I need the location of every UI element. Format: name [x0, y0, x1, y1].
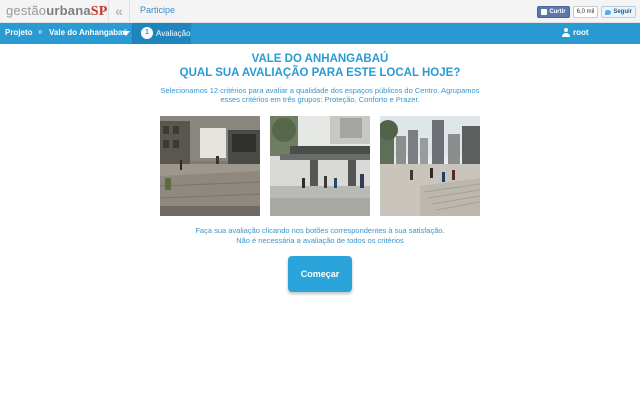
- double-chevron-left-icon[interactable]: «: [108, 0, 130, 23]
- facebook-like-button[interactable]: Curtir: [537, 6, 570, 18]
- user-icon: [562, 28, 570, 37]
- step-indicator[interactable]: 1 Avaliação: [133, 23, 191, 44]
- step-label: Avaliação: [156, 29, 191, 38]
- location-photo-3: [380, 116, 480, 216]
- social-buttons: Curtir 6,0 mil Seguir: [537, 6, 636, 18]
- breadcrumb-separator: »: [38, 27, 43, 36]
- breadcrumb-projeto[interactable]: Projeto: [5, 28, 33, 37]
- logo-text-urbana: urbana: [46, 3, 91, 18]
- top-header: gestãourbanaSP « Participe Curtir 6,0 mi…: [0, 0, 640, 23]
- start-button[interactable]: Começar: [288, 256, 352, 292]
- logo-text-sp: SP: [90, 4, 108, 19]
- page-question: QUAL SUA AVALIAÇÃO PARA ESTE LOCAL HOJE?: [179, 67, 461, 79]
- caret-down-icon[interactable]: [122, 31, 130, 36]
- photo-gallery: [160, 116, 480, 216]
- page-title: VALE DO ANHANGABAÚ: [251, 53, 389, 65]
- navigation-bar: Projeto » Vale do Anhangabaú 1 Avaliação…: [0, 23, 640, 44]
- breadcrumb-location[interactable]: Vale do Anhangabaú: [49, 28, 127, 37]
- step-number-badge: 1: [141, 27, 153, 39]
- instruction-line-1: Faça sua avaliação clicando nos botões c…: [195, 226, 445, 235]
- site-logo[interactable]: gestãourbanaSP: [6, 3, 108, 20]
- twitter-bird-icon: [605, 9, 612, 15]
- facebook-like-label: Curtir: [549, 9, 566, 15]
- intro-text: Selecionamos 12 critérios para avaliar a…: [160, 86, 480, 104]
- twitter-follow-button[interactable]: Seguir: [601, 6, 636, 18]
- twitter-follow-label: Seguir: [613, 9, 632, 15]
- instruction-line-2: Não é necessária a avaliação de todos os…: [236, 236, 404, 245]
- user-menu[interactable]: root: [562, 28, 589, 37]
- location-photo-2: [270, 116, 370, 216]
- participe-link[interactable]: Participe: [140, 5, 175, 15]
- logo-text-gestao: gestão: [6, 3, 47, 18]
- facebook-thumb-icon: [541, 9, 548, 15]
- location-photo-1: [160, 116, 260, 216]
- username: root: [573, 28, 589, 37]
- facebook-like-count: 6,0 mil: [572, 6, 599, 18]
